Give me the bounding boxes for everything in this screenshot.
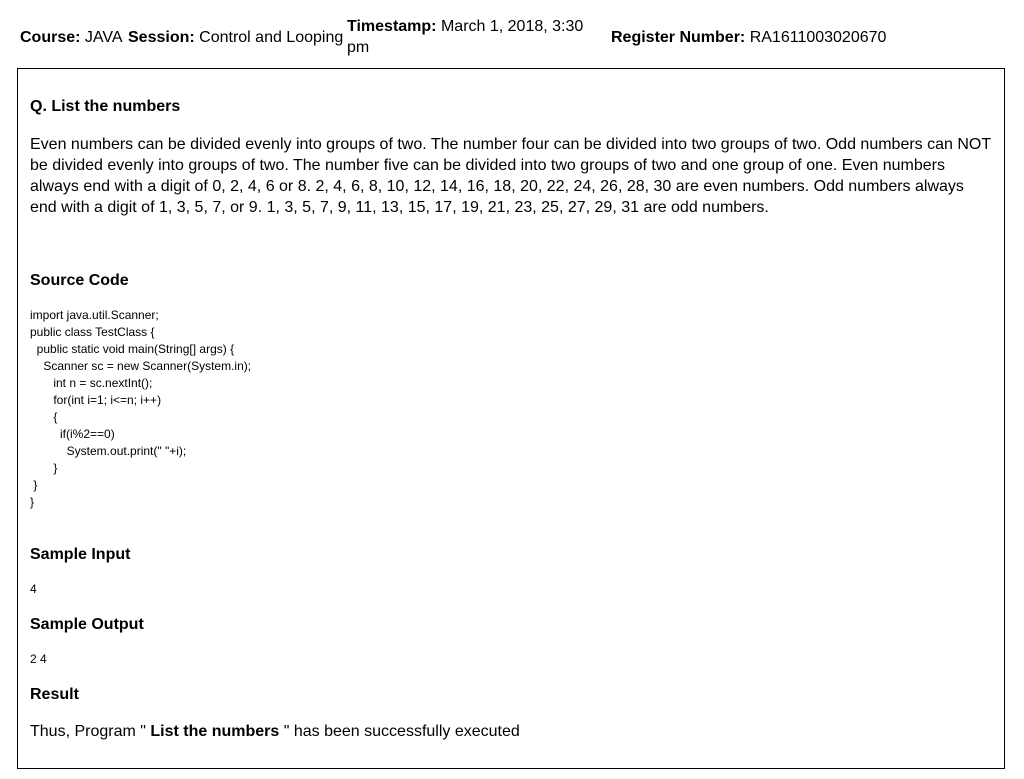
result-heading: Result: [30, 686, 79, 703]
result-statement: Thus, Program " List the numbers " has b…: [30, 723, 520, 741]
result-program-name: List the numbers: [145, 723, 284, 740]
timestamp-label: Timestamp:: [347, 18, 437, 35]
question-title: Q. List the numbers: [30, 98, 181, 115]
report-card: Q. List the numbers Even numbers can be …: [17, 68, 1005, 769]
timestamp-field: Timestamp: March 1, 2018, 3:30 pm: [347, 16, 602, 58]
register-value: RA1611003020670: [749, 29, 887, 46]
course-label: Course:: [20, 29, 81, 46]
result-suffix: " has been successfully executed: [283, 723, 520, 740]
session-value: Control and Looping: [199, 29, 344, 46]
source-code-heading: Source Code: [30, 272, 129, 289]
sample-output-value: 2 4: [30, 652, 47, 666]
sample-input-value: 4: [30, 582, 37, 596]
sample-output-heading: Sample Output: [30, 616, 144, 633]
source-code-block: import java.util.Scanner; public class T…: [30, 308, 252, 509]
session-label: Session:: [128, 29, 195, 46]
result-prefix: Thus, Program ": [30, 723, 146, 740]
course-value: JAVA: [84, 29, 123, 46]
course-field: Course: JAVA: [20, 27, 123, 48]
session-field: Session: Control and Looping: [128, 27, 343, 48]
sample-input-heading: Sample Input: [30, 546, 131, 563]
register-label: Register Number:: [611, 29, 746, 46]
question-body: Even numbers can be divided evenly into …: [30, 136, 991, 216]
register-field: Register Number: RA1611003020670: [611, 27, 886, 48]
report-header: Course: JAVA Session: Control and Loopin…: [0, 0, 1024, 68]
